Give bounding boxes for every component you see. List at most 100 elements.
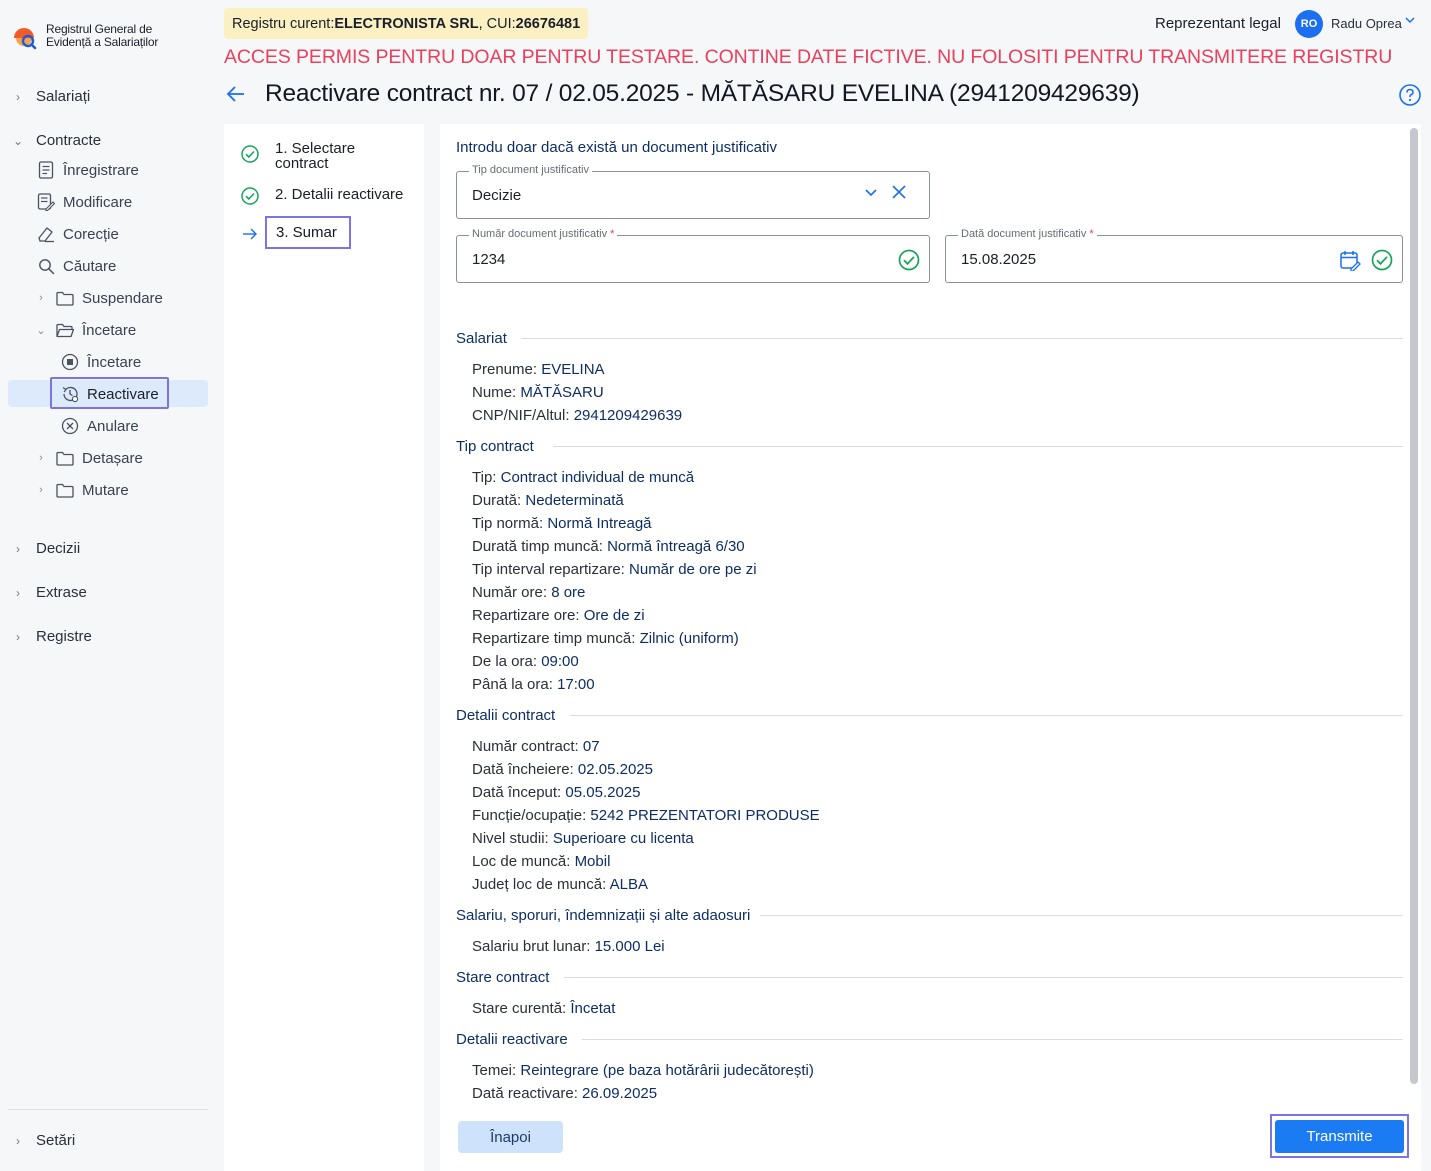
nav-suspendare[interactable]: › Suspendare xyxy=(34,286,163,310)
step-2[interactable]: 2. Detalii reactivare xyxy=(240,186,403,206)
section-detalii-contract: Detalii contract xyxy=(456,707,556,724)
step-1[interactable]: 1. Selectare contract xyxy=(240,141,355,171)
nav-incetare[interactable]: Încetare xyxy=(61,350,141,374)
nav-anulare[interactable]: Anulare xyxy=(61,414,139,438)
step-2-label: 2. Detalii reactivare xyxy=(275,186,404,203)
nr-contract-value: 07 xyxy=(582,738,600,755)
clear-icon[interactable] xyxy=(891,184,907,200)
calendar-edit-icon[interactable] xyxy=(1339,249,1361,271)
functie-row: Funcție/ocupație: 5242 PREZENTATORI PROD… xyxy=(472,807,820,824)
nav-cautare[interactable]: Căutare xyxy=(37,254,116,278)
nav-contracte-label: Contracte xyxy=(36,132,102,149)
step-3[interactable]: 3. Sumar xyxy=(265,216,351,249)
chevron-down-icon[interactable] xyxy=(863,184,879,200)
user-name[interactable]: Radu Oprea xyxy=(1331,16,1402,31)
nav-detasare[interactable]: › Detașare xyxy=(34,446,143,470)
nav-setari[interactable]: › Setări xyxy=(10,1132,75,1149)
user-menu-chevron-icon[interactable] xyxy=(1404,14,1416,29)
chevron-right-icon: › xyxy=(39,484,43,496)
data-inceput-value: 05.05.2025 xyxy=(565,784,641,801)
salariu-value: 15.000 Lei xyxy=(594,938,665,955)
section-divider xyxy=(521,338,1403,339)
data-document-field[interactable]: Dată document justificativ * 15.08.2025 xyxy=(945,228,1403,283)
arrow-right-icon xyxy=(240,224,260,244)
cnp-value: 2941209429639 xyxy=(573,407,683,424)
section-stare-contract: Stare contract xyxy=(456,969,550,986)
nav-salariati-label: Salariați xyxy=(36,88,91,105)
search-icon xyxy=(37,257,55,275)
eraser-icon xyxy=(37,225,55,243)
section-divider xyxy=(553,446,1403,447)
section-divider xyxy=(582,1039,1403,1040)
cnp-key: CNP/NIF/Altul: xyxy=(472,407,574,424)
nav-salariati[interactable]: › Salariați xyxy=(10,88,90,105)
temei-value: Reintegrare (pe baza hotărârii judecător… xyxy=(520,1062,814,1079)
nav-incetare-folder-label: Încetare xyxy=(82,321,137,339)
chevron-down-icon: ⌄ xyxy=(12,133,24,148)
folder-icon xyxy=(56,449,74,467)
section-divider xyxy=(564,977,1403,978)
help-icon[interactable] xyxy=(1398,83,1422,107)
chevron-right-icon: › xyxy=(16,585,20,600)
chevron-right-icon: › xyxy=(39,452,43,464)
nav-reactivare[interactable]: Reactivare xyxy=(61,382,159,406)
registry-prefix: Registru curent: xyxy=(232,15,335,32)
check-circle-icon xyxy=(240,144,260,164)
back-button[interactable]: Înapoi xyxy=(458,1121,563,1153)
nav-modificare-label: Modificare xyxy=(63,193,133,211)
functie-key: Funcție/ocupație: xyxy=(472,807,591,824)
nav-extrase[interactable]: › Extrase xyxy=(10,584,87,601)
judet-row: Județ loc de muncă: ALBA xyxy=(472,876,648,893)
nav-inregistrare[interactable]: Înregistrare xyxy=(37,158,139,182)
chevron-down-icon: ⌄ xyxy=(36,324,46,337)
test-warning-banner: ACCES PERMIS PENTRU DOAR PENTRU TESTARE.… xyxy=(224,46,1393,68)
functie-value: 5242 PREZENTATORI PRODUSE xyxy=(590,807,820,824)
data-document-label: Dată document justificativ xyxy=(961,228,1087,240)
document-edit-icon xyxy=(37,193,55,211)
de-la-ora-row: De la ora: 09:00 xyxy=(472,653,579,670)
numar-document-field[interactable]: Număr document justificativ * 1234 xyxy=(456,228,930,283)
section-divider xyxy=(570,715,1403,716)
back-arrow-icon[interactable] xyxy=(224,82,248,106)
repartizare-ore-key: Repartizare ore: xyxy=(472,607,584,624)
tip-document-select[interactable]: Tip document justificativ Decizie xyxy=(456,164,930,219)
repartizare-ore-row: Repartizare ore: Ore de zi xyxy=(472,607,645,624)
prenume-value: EVELINA xyxy=(541,361,605,378)
app-logo[interactable]: Registrul General de Evidență a Salariaț… xyxy=(10,22,158,50)
document-intro: Introdu doar dacă există un document jus… xyxy=(456,139,778,156)
chevron-right-icon: › xyxy=(16,1133,20,1148)
nav-registre-label: Registre xyxy=(36,628,92,645)
section-divider xyxy=(760,915,1403,916)
nav-incetare-folder[interactable]: ⌄ Încetare xyxy=(34,318,136,342)
cnp-row: CNP/NIF/Altul: 2941209429639 xyxy=(472,407,682,424)
user-role: Reprezentant legal xyxy=(1155,15,1281,32)
scrollbar[interactable] xyxy=(1410,128,1418,1084)
nav-contracte[interactable]: ⌄ Contracte xyxy=(10,132,101,149)
loc-munca-key: Loc de muncă: xyxy=(472,853,575,870)
nume-value: MĂTĂSARU xyxy=(520,384,604,401)
nr-contract-key: Număr contract: xyxy=(472,738,583,755)
nav-anulare-label: Anulare xyxy=(87,417,139,435)
nav-extrase-label: Extrase xyxy=(36,584,87,601)
durata-value: Nedeterminată xyxy=(525,492,624,509)
folder-open-icon xyxy=(56,321,74,339)
pana-la-ora-value: 17:00 xyxy=(557,676,595,693)
nivel-studii-value: Superioare cu licenta xyxy=(552,830,694,847)
submit-button[interactable]: Transmite xyxy=(1275,1120,1404,1153)
loc-munca-row: Loc de muncă: Mobil xyxy=(472,853,610,870)
durata-timp-value: Normă întreagă 6/30 xyxy=(607,538,745,555)
nav-corectie[interactable]: Corecție xyxy=(37,222,119,246)
nav-decizii[interactable]: › Decizii xyxy=(10,540,80,557)
repartizare-timp-row: Repartizare timp muncă: Zilnic (uniform) xyxy=(472,630,739,647)
nav-mutare[interactable]: › Mutare xyxy=(34,478,129,502)
document-list-icon xyxy=(37,161,55,179)
avatar[interactable]: RO xyxy=(1295,10,1323,38)
tip-norma-row: Tip normă: Normă Intreagă xyxy=(472,515,652,532)
nav-modificare[interactable]: Modificare xyxy=(37,190,132,214)
temei-key: Temei: xyxy=(472,1062,521,1079)
registry-cui: 26676481 xyxy=(515,15,581,32)
nume-row: Nume: MĂTĂSARU xyxy=(472,384,604,401)
nav-registre[interactable]: › Registre xyxy=(10,628,92,645)
chevron-right-icon: › xyxy=(39,292,43,304)
nav-inregistrare-label: Înregistrare xyxy=(63,161,139,179)
